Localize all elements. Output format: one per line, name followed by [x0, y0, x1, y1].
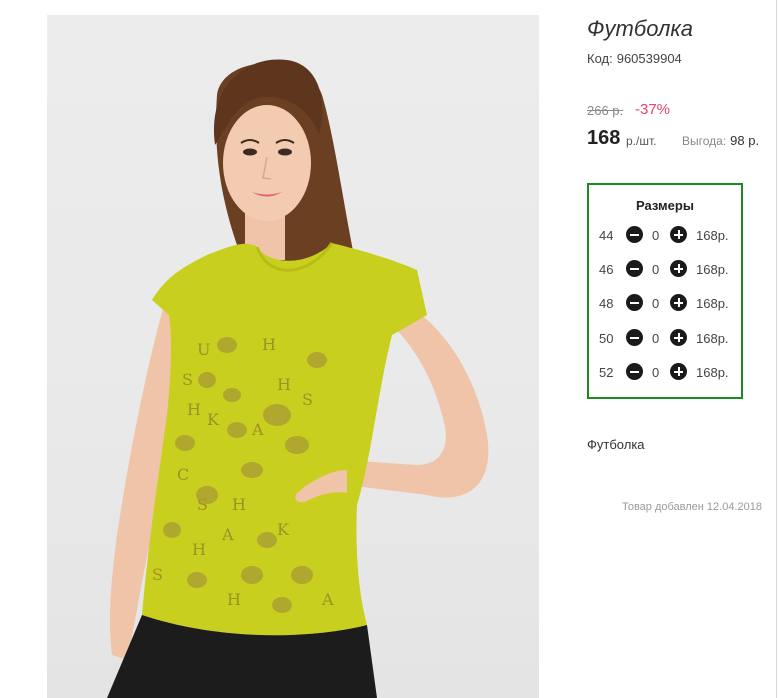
- current-price: 168: [587, 127, 621, 149]
- product-code-label: Код:: [587, 51, 613, 66]
- size-price: 168р.: [696, 331, 729, 346]
- sizes-title: Размеры: [636, 198, 694, 213]
- size-row-48: 48 0 168р.: [589, 293, 741, 315]
- product-description: Футболка: [587, 437, 645, 452]
- quantity-value: 0: [652, 228, 660, 243]
- size-row-44: 44 0 168р.: [589, 225, 741, 247]
- quantity-value: 0: [652, 331, 660, 346]
- svg-text:A: A: [321, 590, 334, 609]
- product-code: Код: 960539904: [587, 51, 682, 66]
- svg-text:H: H: [277, 375, 291, 394]
- size-price: 168р.: [696, 296, 729, 311]
- svg-text:C: C: [177, 465, 189, 484]
- svg-text:A: A: [251, 420, 264, 439]
- minus-circle-icon[interactable]: [626, 363, 643, 380]
- minus-circle-icon[interactable]: [626, 294, 643, 311]
- plus-circle-icon[interactable]: [670, 329, 687, 346]
- quantity-value: 0: [652, 365, 660, 380]
- plus-circle-icon[interactable]: [670, 226, 687, 243]
- svg-text:K: K: [277, 520, 290, 539]
- page-border: [776, 0, 777, 698]
- size-row-46: 46 0 168р.: [589, 259, 741, 281]
- svg-text:U: U: [197, 340, 210, 359]
- minus-circle-icon[interactable]: [626, 260, 643, 277]
- savings-value: 98 р.: [730, 133, 760, 148]
- size-row-50: 50 0 168р.: [589, 328, 741, 350]
- added-date: Товар добавлен 12.04.2018: [621, 501, 762, 513]
- sizes-panel: Размеры 44 0 168р. 46 0 168р. 48 0 168р.…: [587, 183, 743, 399]
- quantity-value: 0: [652, 262, 660, 277]
- svg-text:H: H: [227, 590, 241, 609]
- plus-circle-icon[interactable]: [670, 363, 687, 380]
- size-label: 46: [599, 262, 614, 277]
- product-photo[interactable]: UHS HSH KAC SHA KHH AS: [47, 15, 539, 698]
- minus-circle-icon[interactable]: [626, 329, 643, 346]
- quantity-value: 0: [652, 296, 660, 311]
- svg-text:H: H: [192, 540, 206, 559]
- savings-label: Выгода:: [682, 134, 727, 148]
- price-unit: р./шт.: [626, 134, 657, 148]
- svg-text:S: S: [182, 370, 193, 389]
- savings: Выгода: 98 р.: [682, 133, 759, 148]
- product-title: Футболка: [587, 16, 693, 41]
- size-price: 168р.: [696, 228, 729, 243]
- size-label: 48: [599, 296, 614, 311]
- model-illustration: U HS HSH KAC S HA KHH AS: [107, 59, 489, 698]
- svg-text:K: K: [207, 410, 220, 429]
- svg-text:S: S: [152, 565, 163, 584]
- svg-text:H: H: [232, 495, 246, 514]
- plus-circle-icon[interactable]: [670, 294, 687, 311]
- size-price: 168р.: [696, 262, 729, 277]
- svg-text:A: A: [221, 525, 234, 544]
- svg-text:S: S: [302, 390, 313, 409]
- svg-text:H: H: [187, 400, 201, 419]
- size-row-52: 52 0 168р.: [589, 362, 741, 384]
- size-label: 52: [599, 365, 614, 380]
- old-price: 266 р.: [587, 103, 624, 118]
- size-label: 50: [599, 331, 614, 346]
- size-label: 44: [599, 228, 614, 243]
- discount-badge: -37%: [635, 101, 671, 118]
- svg-text:H: H: [262, 335, 276, 354]
- size-price: 168р.: [696, 365, 729, 380]
- product-code-value: 960539904: [616, 51, 682, 66]
- minus-circle-icon[interactable]: [626, 226, 643, 243]
- plus-circle-icon[interactable]: [670, 260, 687, 277]
